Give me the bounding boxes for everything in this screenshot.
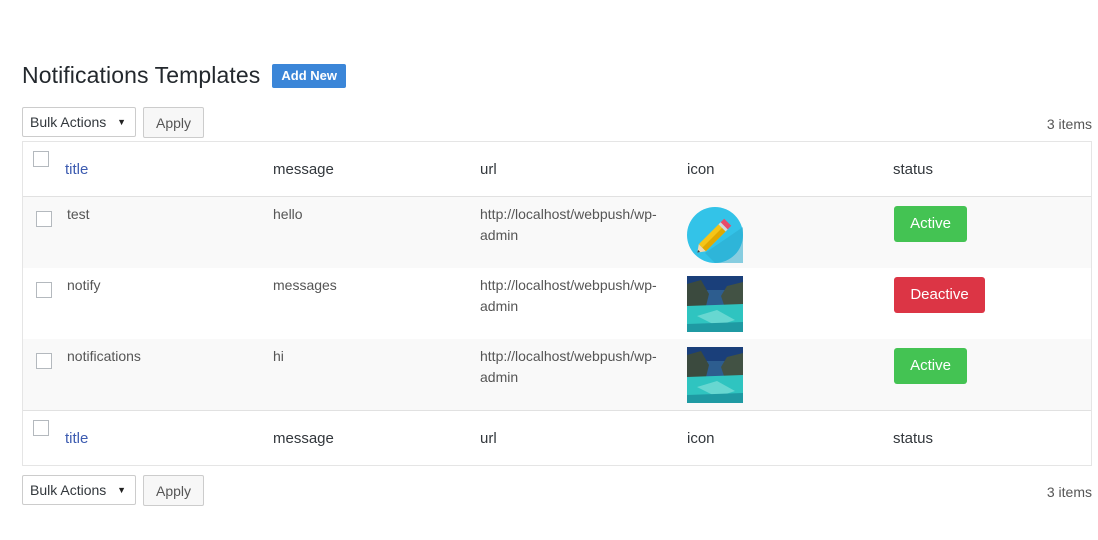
column-footer-url: url xyxy=(480,430,497,447)
status-toggle-button[interactable]: Active xyxy=(894,206,967,242)
column-header-title[interactable]: title xyxy=(65,159,88,180)
row-title: notify xyxy=(67,277,101,293)
row-title: notifications xyxy=(67,348,141,364)
row-checkbox[interactable] xyxy=(36,282,52,298)
add-new-button[interactable]: Add New xyxy=(272,63,347,88)
status-toggle-button[interactable]: Active xyxy=(894,348,967,384)
bulk-actions-select[interactable]: Bulk Actions ▼ xyxy=(22,475,136,505)
row-title: test xyxy=(67,206,90,222)
row-url: http://localhost/webpush/wp-admin xyxy=(480,348,657,385)
caret-down-icon: ▼ xyxy=(117,485,126,495)
page-title: Notifications Templates xyxy=(22,62,261,88)
bulk-actions-label: Bulk Actions xyxy=(30,482,107,498)
apply-button[interactable]: Apply xyxy=(143,107,204,138)
items-count: 3 items xyxy=(1046,484,1092,500)
pencil-circle-icon xyxy=(687,207,743,263)
status-toggle-button[interactable]: Deactive xyxy=(894,277,985,313)
row-checkbox[interactable] xyxy=(36,211,52,227)
bulk-actions-label: Bulk Actions xyxy=(30,114,107,130)
page-heading: Notifications Templates Add New xyxy=(22,62,347,89)
table-row: notifications hi http://localhost/webpus… xyxy=(23,339,1091,410)
column-footer-message: message xyxy=(273,430,334,447)
column-header-message: message xyxy=(273,161,334,178)
apply-button[interactable]: Apply xyxy=(143,475,204,506)
column-footer-icon: icon xyxy=(687,430,715,447)
bulk-actions-select[interactable]: Bulk Actions ▼ xyxy=(22,107,136,137)
table-row: test hello http://localhost/webpush/wp-a… xyxy=(23,197,1091,268)
caret-down-icon: ▼ xyxy=(117,117,126,127)
row-url: http://localhost/webpush/wp-admin xyxy=(480,206,657,243)
tablenav-top: Bulk Actions ▼ Apply 3 items xyxy=(22,107,1092,139)
row-message: hi xyxy=(273,348,284,364)
column-header-url: url xyxy=(480,161,497,178)
select-all-checkbox[interactable] xyxy=(33,151,49,167)
items-count: 3 items xyxy=(1046,116,1092,132)
column-footer-status: status xyxy=(893,430,934,447)
lagoon-image xyxy=(687,347,743,403)
table-footer-row: title message url icon status xyxy=(23,410,1091,466)
column-header-status: status xyxy=(893,161,934,178)
table-header-row: title message url icon status xyxy=(23,142,1091,197)
row-message: hello xyxy=(273,206,303,222)
column-header-icon: icon xyxy=(687,161,715,178)
lagoon-image xyxy=(687,276,743,332)
templates-table: title message url icon status test hello… xyxy=(22,141,1092,466)
tablenav-bottom: Bulk Actions ▼ Apply 3 items xyxy=(22,475,1092,507)
table-row: notify messages http://localhost/webpush… xyxy=(23,268,1091,339)
select-all-checkbox[interactable] xyxy=(33,420,49,436)
row-url: http://localhost/webpush/wp-admin xyxy=(480,277,657,314)
row-message: messages xyxy=(273,277,337,293)
row-checkbox[interactable] xyxy=(36,353,52,369)
column-footer-title[interactable]: title xyxy=(65,428,88,449)
